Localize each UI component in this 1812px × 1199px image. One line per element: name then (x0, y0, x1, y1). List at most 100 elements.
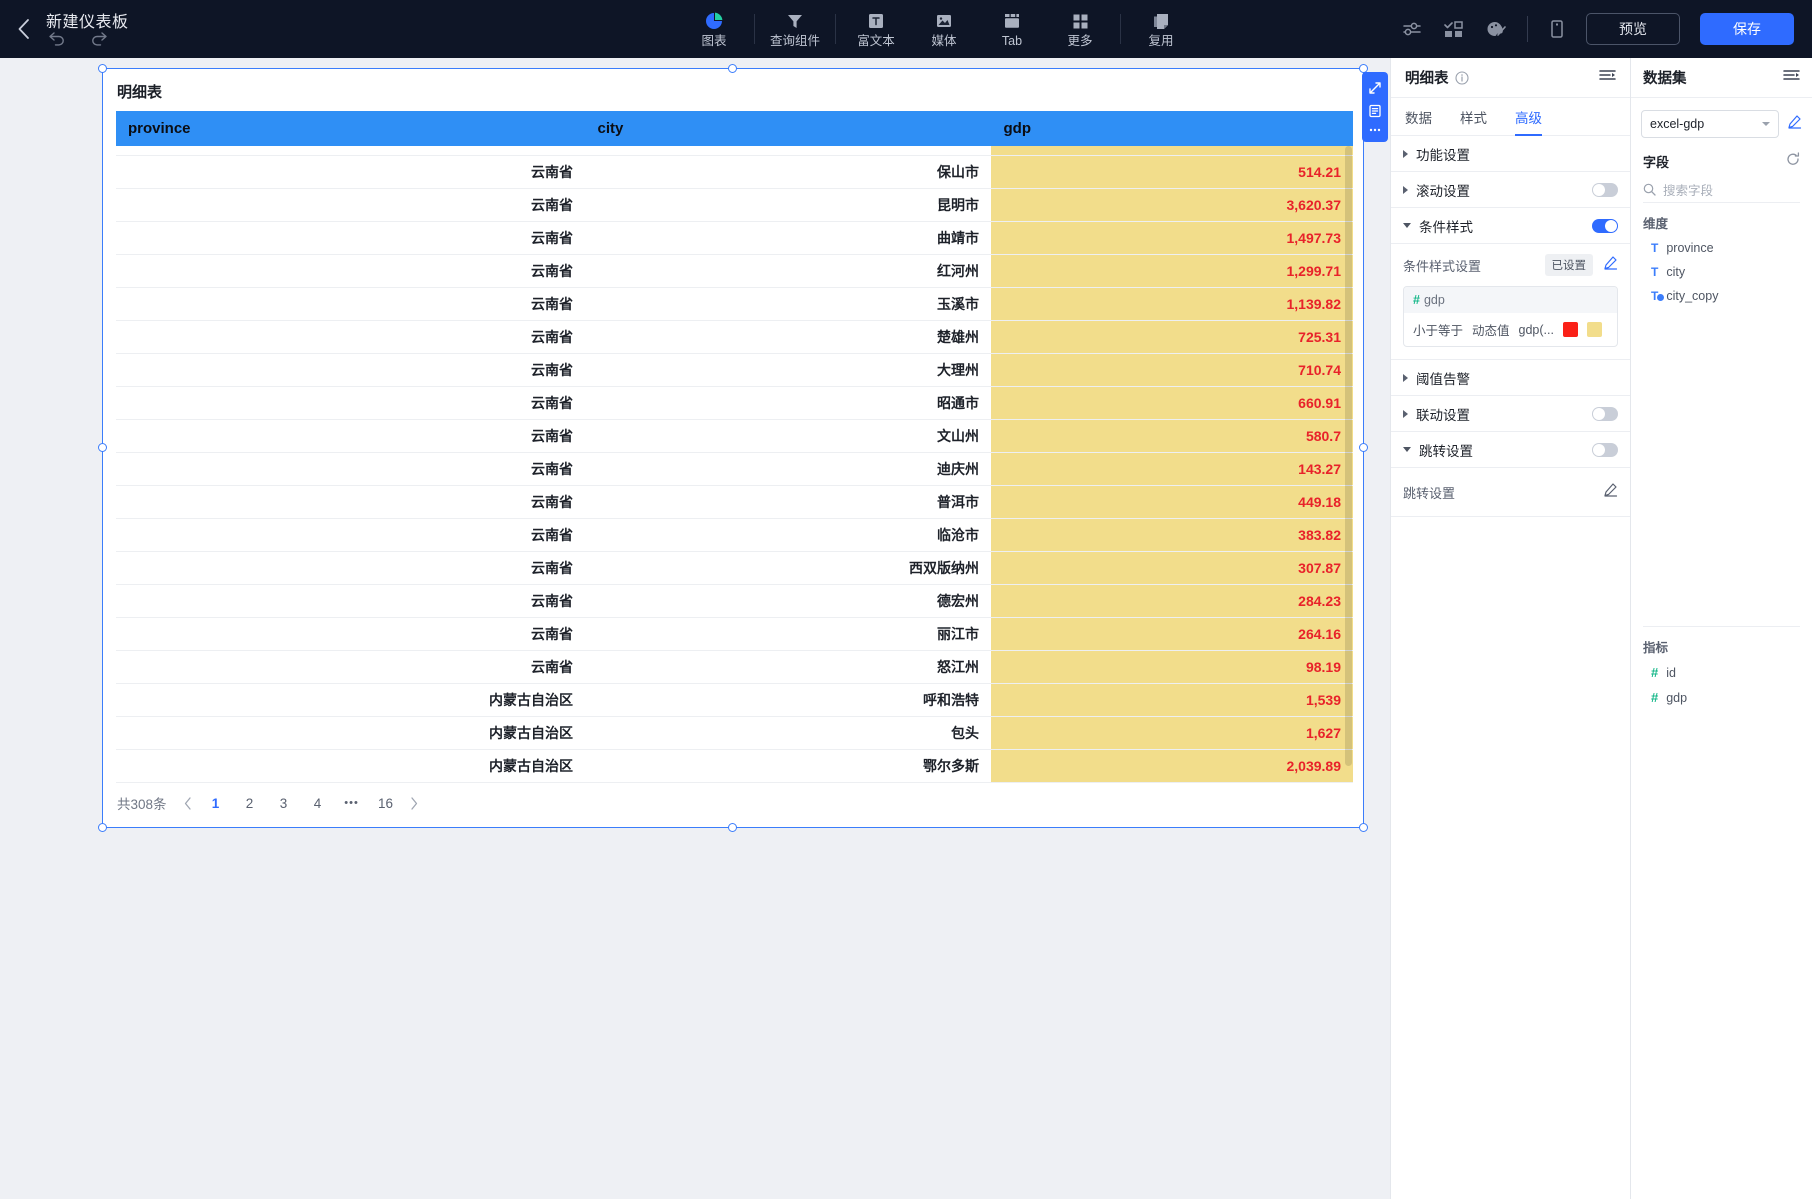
pagination-page[interactable]: 4 (306, 791, 330, 815)
column-header-city[interactable]: city (585, 111, 992, 146)
table-row[interactable]: 云南省 玉溪市 1,139.82 (116, 287, 1353, 321)
dataset-collapse-button[interactable] (1783, 68, 1800, 87)
table-row[interactable]: 云南省 普洱市 449.18 (116, 485, 1353, 519)
pagination-page[interactable]: 1 (204, 791, 228, 815)
rule-color-swatch-text[interactable] (1562, 322, 1578, 337)
edit-conditional-style-button[interactable] (1603, 255, 1618, 275)
layout-button[interactable] (1443, 19, 1465, 39)
back-button[interactable] (0, 0, 46, 58)
sliders-button[interactable] (1401, 19, 1423, 39)
cell-province: 云南省 (116, 221, 585, 255)
undo-button[interactable] (48, 30, 67, 51)
toolbar-item-tab[interactable]: Tab (978, 0, 1046, 58)
table-row[interactable]: 云南省 西双版纳州 307.87 (116, 551, 1353, 585)
pagination-page[interactable]: 16 (374, 791, 398, 815)
pagination: 共308条 1 2 3 4 ••• 16 (117, 791, 425, 815)
image-icon (937, 15, 951, 28)
table-widget[interactable]: 明细表 province city gdp 云南省 保山市 514.21 云南省 昆明市… (98, 64, 1368, 832)
cell-gdp: 725.31 (991, 320, 1353, 354)
cell-province: 云南省 (116, 518, 585, 552)
toolbar-item-more[interactable]: 更多 (1046, 0, 1114, 58)
table-row[interactable]: 云南省 曲靖市 1,497.73 (116, 221, 1353, 255)
pagination-next[interactable] (403, 792, 425, 814)
theme-button[interactable] (1485, 19, 1507, 39)
search-field-row[interactable]: 搜索字段 (1643, 177, 1800, 203)
table-row[interactable]: 云南省 昭通市 660.91 (116, 386, 1353, 420)
toolbar-item-chart[interactable]: 图表 (680, 0, 748, 58)
cell-city: 昭通市 (585, 386, 991, 420)
more-options-button[interactable] (1368, 127, 1382, 133)
section-conditional-style[interactable]: 条件样式 (1391, 208, 1630, 244)
dataset-field-city[interactable]: T city (1631, 260, 1812, 284)
edit-jump-settings-button[interactable] (1603, 482, 1618, 502)
dataset-field-province-label: province (1666, 241, 1714, 255)
conditional-rule[interactable]: # gdp 小于等于 动态值 gdp(... (1403, 286, 1618, 347)
toolbar-item-media[interactable]: 媒体 (910, 0, 978, 58)
section-linkage-settings[interactable]: 联动设置 (1391, 396, 1630, 432)
linkage-settings-toggle[interactable] (1592, 406, 1618, 421)
column-header-province[interactable]: province (116, 111, 586, 146)
mobile-preview-button[interactable] (1548, 18, 1566, 40)
table-row[interactable]: 云南省 丽江市 264.16 (116, 617, 1353, 651)
dataset-select[interactable]: excel-gdp (1641, 110, 1779, 138)
save-button[interactable]: 保存 (1700, 13, 1794, 45)
resize-handle-bottom-right[interactable] (1359, 823, 1368, 832)
pagination-page[interactable]: 3 (272, 791, 296, 815)
section-threshold-alert[interactable]: 阈值告警 (1391, 360, 1630, 396)
refresh-fields-button[interactable] (1786, 152, 1800, 171)
toolbar-item-reuse[interactable]: 复用 (1127, 0, 1195, 58)
info-circle-icon[interactable] (1454, 70, 1469, 85)
preview-button[interactable]: 预览 (1586, 13, 1680, 45)
details-button[interactable] (1368, 104, 1382, 118)
edit-dataset-button[interactable] (1787, 114, 1802, 134)
column-header-gdp[interactable]: gdp (991, 111, 1353, 146)
dataset-field-gdp[interactable]: # gdp (1631, 685, 1812, 710)
table-vertical-scrollbar[interactable] (1345, 146, 1352, 766)
resize-handle-bottom-middle[interactable] (728, 823, 737, 832)
table-row[interactable]: 云南省 临沧市 383.82 (116, 518, 1353, 552)
dashboard-canvas: 明细表 province city gdp 云南省 保山市 514.21 云南省 昆明市… (0, 58, 1390, 1199)
panel-collapse-button[interactable] (1599, 68, 1616, 87)
tab-style[interactable]: 样式 (1460, 98, 1487, 136)
dataset-field-city-copy[interactable]: T city_copy (1631, 284, 1812, 308)
table-row[interactable]: 云南省 楚雄州 725.31 (116, 320, 1353, 354)
table-row[interactable]: 内蒙古自治区 包头 1,627 (116, 716, 1353, 750)
tab-advanced[interactable]: 高级 (1515, 98, 1542, 136)
table-row[interactable]: 云南省 大理州 710.74 (116, 353, 1353, 387)
pagination-page[interactable]: 2 (238, 791, 262, 815)
tab-data[interactable]: 数据 (1405, 98, 1432, 136)
table-row[interactable]: 内蒙古自治区 呼和浩特 1,539 (116, 683, 1353, 717)
rule-color-swatch-background[interactable] (1586, 322, 1602, 337)
table-row[interactable]: 云南省 昆明市 3,620.37 (116, 188, 1353, 222)
text-box-icon (869, 14, 883, 29)
table-row[interactable]: 云南省 怒江州 98.19 (116, 650, 1353, 684)
expand-button[interactable] (1368, 81, 1382, 95)
dataset-field-id[interactable]: # id (1631, 660, 1812, 685)
table-row[interactable]: 云南省 红河州 1,299.71 (116, 254, 1353, 288)
table-row[interactable]: 云南省 德宏州 284.23 (116, 584, 1353, 618)
pagination-prev[interactable] (177, 792, 199, 814)
section-scroll-settings[interactable]: 滚动设置 (1391, 172, 1630, 208)
cell-gdp: 1,539 (991, 683, 1353, 717)
section-jump-settings[interactable]: 跳转设置 (1391, 432, 1630, 468)
toolbar-item-richtext[interactable]: 富文本 (842, 0, 910, 58)
resize-handle-middle-left[interactable] (98, 443, 107, 452)
table-row[interactable]: 云南省 保山市 514.21 (116, 155, 1353, 189)
table-row[interactable]: 内蒙古自治区 鄂尔多斯 2,039.89 (116, 749, 1353, 783)
redo-button[interactable] (89, 30, 108, 51)
dataset-field-province[interactable]: T province (1631, 236, 1812, 260)
scroll-settings-toggle[interactable] (1592, 182, 1618, 197)
resize-handle-top-middle[interactable] (728, 64, 737, 73)
conditional-style-toggle[interactable] (1592, 218, 1618, 233)
resize-handle-bottom-left[interactable] (98, 823, 107, 832)
table-row[interactable]: 云南省 文山州 580.7 (116, 419, 1353, 453)
toolbar-item-query[interactable]: 查询组件 (761, 0, 829, 58)
resize-handle-top-left[interactable] (98, 64, 107, 73)
resize-handle-middle-right[interactable] (1359, 443, 1368, 452)
cell-city: 西双版纳州 (585, 551, 991, 585)
jump-settings-toggle[interactable] (1592, 442, 1618, 457)
table-row[interactable]: 云南省 迪庆州 143.27 (116, 452, 1353, 486)
cell-gdp: 264.16 (991, 617, 1353, 651)
section-function-settings[interactable]: 功能设置 (1391, 136, 1630, 172)
pencil-icon (1604, 483, 1618, 497)
